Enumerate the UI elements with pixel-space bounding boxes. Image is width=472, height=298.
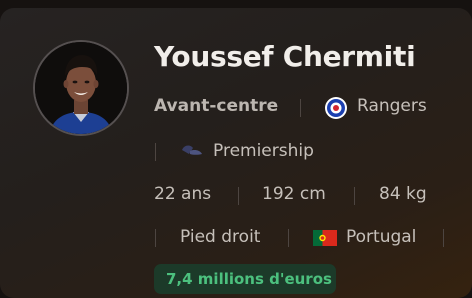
- player-nationality[interactable]: Portugal: [346, 227, 416, 247]
- divider: [238, 187, 239, 205]
- player-name: Youssef Chermiti: [154, 40, 416, 73]
- premiership-logo-icon: [180, 142, 204, 162]
- divider: [155, 229, 156, 247]
- player-position: Avant-centre: [154, 96, 279, 116]
- player-club[interactable]: Rangers: [357, 96, 427, 116]
- player-foot: Pied droit: [180, 227, 261, 247]
- player-avatar: [33, 40, 129, 136]
- divider: [288, 229, 289, 247]
- divider: [443, 229, 444, 247]
- market-value-badge: 7,4 millions d'euros: [154, 264, 336, 294]
- player-weight: 84 kg: [379, 184, 427, 204]
- player-height: 192 cm: [262, 184, 326, 204]
- player-photo-icon: [35, 42, 127, 134]
- player-age: 22 ans: [154, 184, 212, 204]
- player-league[interactable]: Premiership: [213, 141, 314, 161]
- divider: [354, 187, 355, 205]
- rangers-crest-icon: [324, 96, 348, 120]
- divider: [300, 99, 301, 117]
- divider: [155, 143, 156, 161]
- market-value-text: 7,4 millions d'euros: [166, 270, 332, 288]
- portugal-flag-icon: [313, 230, 337, 246]
